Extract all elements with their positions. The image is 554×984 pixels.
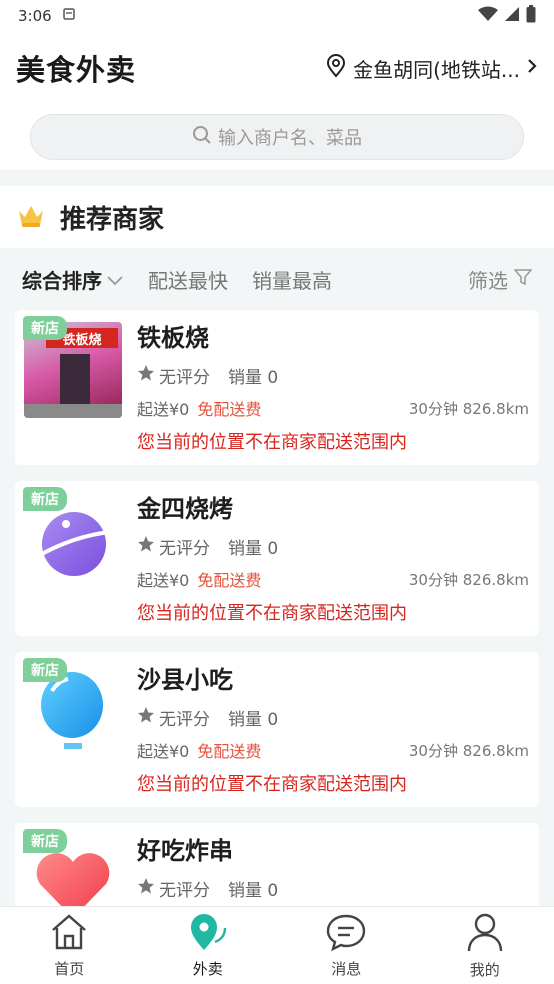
new-shop-badge: 新店	[23, 829, 67, 853]
shop-meta: 无评分 销量 0	[137, 704, 529, 730]
takeout-icon	[187, 912, 229, 956]
nav-takeout[interactable]: 外卖	[139, 907, 278, 984]
nav-messages-label: 消息	[331, 960, 362, 978]
new-shop-badge: 新店	[23, 316, 67, 340]
free-delivery: 免配送费	[197, 742, 262, 761]
new-shop-badge: 新店	[23, 487, 67, 511]
crown-icon	[16, 201, 46, 233]
location-pin-icon	[325, 53, 347, 83]
shop-sales: 销量 0	[228, 538, 279, 559]
shop-sales: 销量 0	[228, 709, 279, 730]
filter-button[interactable]: 筛选	[468, 265, 533, 294]
free-delivery: 免配送费	[197, 571, 262, 590]
recommend-title: 推荐商家	[60, 204, 165, 235]
shop-sales: 销量 0	[228, 367, 279, 388]
shop-name: 铁板烧	[137, 324, 209, 352]
free-delivery: 免配送费	[197, 400, 262, 419]
sort-top-sales[interactable]: 销量最高	[252, 265, 332, 294]
wifi-icon	[478, 6, 498, 26]
shop-fees: 起送¥0 免配送费 30分钟 826.8km	[137, 567, 529, 591]
filter-label: 筛选	[468, 268, 508, 293]
star-icon	[137, 877, 155, 900]
shop-fees: 起送¥0 免配送费 30分钟 826.8km	[137, 738, 529, 762]
sort-comprehensive-label: 综合排序	[22, 268, 102, 293]
search-section: 输入商户名、菜品	[0, 104, 554, 170]
shop-meta: 无评分 销量 0	[137, 533, 529, 559]
profile-icon	[465, 911, 505, 957]
shop-name: 金四烧烤	[137, 495, 233, 523]
shop-card[interactable]: 新店 金四烧烤 无评分 销量 0 起送¥0 免配送费 30分钟 826.8km …	[15, 481, 539, 636]
chevron-right-icon	[526, 56, 538, 80]
shop-meta: 无评分 销量 0	[137, 362, 529, 388]
shop-rating: 无评分	[159, 367, 210, 388]
bottom-nav: 首页 外卖 消息 我的	[0, 906, 554, 984]
signal-icon	[504, 6, 520, 26]
sort-bar: 综合排序 配送最快 销量最高 筛选	[0, 248, 554, 310]
shop-meta: 无评分 销量 0	[137, 875, 529, 901]
delivery-eta: 30分钟 826.8km	[408, 741, 529, 760]
nav-profile[interactable]: 我的	[416, 907, 554, 984]
search-icon	[192, 125, 212, 150]
sort-fastest[interactable]: 配送最快	[148, 265, 228, 294]
nav-home-label: 首页	[54, 960, 85, 978]
star-icon	[137, 535, 155, 558]
shop-rating: 无评分	[159, 538, 210, 559]
min-order: 起送¥0	[137, 400, 190, 419]
delivery-warning: 您当前的位置不在商家配送范围内	[137, 774, 407, 795]
min-order: 起送¥0	[137, 571, 190, 590]
message-icon	[325, 912, 367, 956]
home-icon	[49, 912, 89, 956]
nav-profile-label: 我的	[469, 961, 500, 979]
search-placeholder: 输入商户名、菜品	[218, 128, 362, 149]
shop-sales: 销量 0	[228, 880, 279, 901]
nav-home[interactable]: 首页	[0, 907, 139, 984]
min-order: 起送¥0	[137, 742, 190, 761]
shop-rating: 无评分	[159, 880, 210, 901]
delivery-warning: 您当前的位置不在商家配送范围内	[137, 432, 407, 453]
sort-comprehensive[interactable]: 综合排序	[22, 265, 124, 294]
location-text: 金鱼胡同(地铁站...	[353, 57, 520, 82]
star-icon	[137, 364, 155, 387]
star-icon	[137, 706, 155, 729]
chevron-down-icon	[106, 267, 124, 291]
shop-list: 新店 铁板烧 铁板烧 无评分 销量 0 起送¥0 免配送费 30分钟 826.8…	[0, 310, 554, 978]
location-selector[interactable]: 金鱼胡同(地铁站...	[325, 53, 538, 83]
nav-takeout-label: 外卖	[192, 960, 223, 978]
header: 美食外卖 金鱼胡同(地铁站...	[0, 32, 554, 104]
delivery-eta: 30分钟 826.8km	[408, 570, 529, 589]
notification-icon	[62, 7, 76, 25]
new-shop-badge: 新店	[23, 658, 67, 682]
shop-rating: 无评分	[159, 709, 210, 730]
nav-messages[interactable]: 消息	[277, 907, 416, 984]
recommend-header: 推荐商家	[0, 186, 554, 248]
delivery-eta: 30分钟 826.8km	[408, 399, 529, 418]
status-time: 3:06	[18, 7, 52, 25]
filter-icon	[513, 267, 533, 291]
shop-fees: 起送¥0 免配送费 30分钟 826.8km	[137, 396, 529, 420]
shop-name: 好吃炸串	[137, 837, 233, 865]
delivery-warning: 您当前的位置不在商家配送范围内	[137, 603, 407, 624]
shop-name: 沙县小吃	[137, 666, 233, 694]
shop-card[interactable]: 新店 铁板烧 铁板烧 无评分 销量 0 起送¥0 免配送费 30分钟 826.8…	[15, 310, 539, 465]
shop-card[interactable]: 新店 沙县小吃 无评分 销量 0 起送¥0 免配送费 30分钟 826.8km …	[15, 652, 539, 807]
search-input[interactable]: 输入商户名、菜品	[30, 114, 524, 160]
battery-icon	[526, 5, 536, 27]
status-bar: 3:06	[0, 0, 554, 32]
page-title: 美食外卖	[16, 53, 137, 87]
